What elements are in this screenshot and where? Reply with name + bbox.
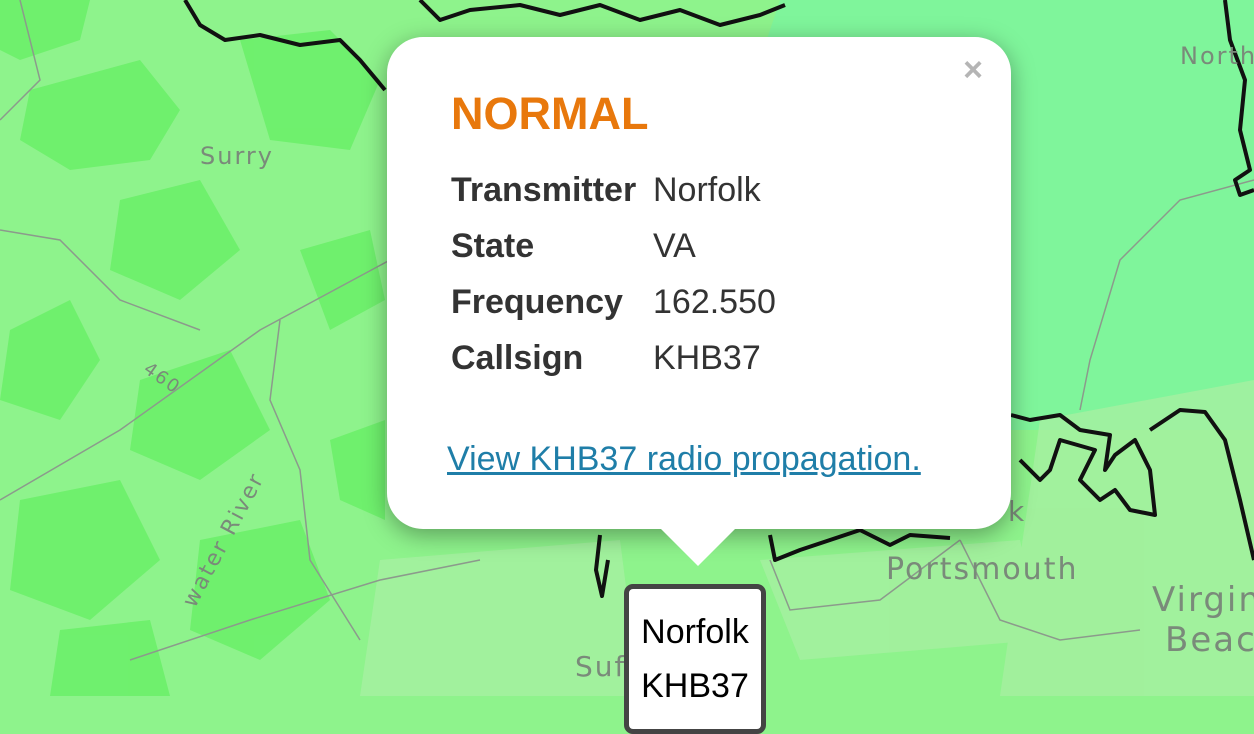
station-info-table: Transmitter Norfolk State VA Frequency 1…: [447, 162, 780, 386]
row-label: Transmitter: [451, 170, 637, 209]
row-label: State: [451, 226, 535, 265]
row-label: Frequency: [451, 282, 623, 321]
place-label: k: [1008, 495, 1027, 528]
place-label: Virgin: [1152, 580, 1254, 620]
marker-callsign: KHB37: [641, 667, 749, 705]
row-value: 162.550: [653, 282, 776, 321]
row-label: Callsign: [451, 338, 584, 377]
place-label: North: [1180, 42, 1254, 70]
popup-pointer: [660, 528, 736, 566]
place-label: Beac: [1165, 620, 1254, 660]
table-row: Transmitter Norfolk: [447, 162, 780, 218]
place-label: Surry: [200, 142, 274, 170]
table-row: Callsign KHB37: [447, 330, 780, 386]
propagation-link[interactable]: View KHB37 radio propagation.: [447, 440, 921, 479]
close-button[interactable]: ×: [958, 50, 988, 90]
place-label: Portsmouth: [886, 552, 1079, 587]
place-label: Suf: [575, 650, 627, 683]
row-value: KHB37: [653, 338, 761, 377]
status-heading: NORMAL: [451, 88, 649, 139]
row-value: Norfolk: [653, 170, 761, 209]
table-row: Frequency 162.550: [447, 274, 780, 330]
marker-name: Norfolk: [641, 613, 749, 651]
table-row: State VA: [447, 218, 780, 274]
station-marker[interactable]: Norfolk KHB37: [624, 584, 766, 734]
row-value: VA: [653, 226, 696, 265]
